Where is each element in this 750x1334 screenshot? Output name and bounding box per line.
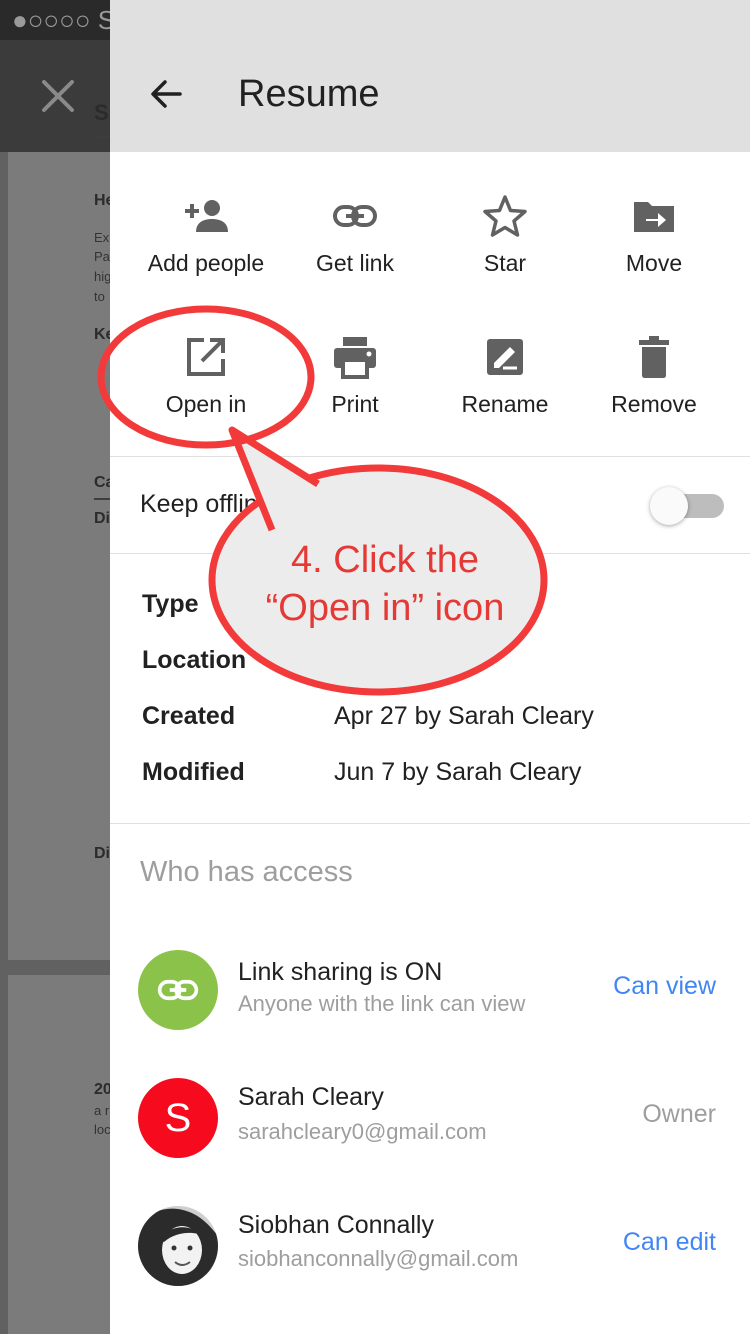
link-sharing-avatar bbox=[138, 950, 218, 1030]
callout-line-1: 4. Click the bbox=[291, 539, 479, 581]
divider bbox=[110, 456, 750, 457]
bg-fragment: S bbox=[94, 100, 109, 125]
keep-offline-label: Keep offline bbox=[140, 490, 272, 518]
open-in-button[interactable]: Open in bbox=[131, 333, 281, 418]
trash-icon bbox=[639, 336, 669, 378]
rename-button[interactable]: Rename bbox=[430, 333, 580, 418]
link-sharing-status: Link sharing is ON bbox=[238, 958, 443, 986]
detail-value-created: Apr 27 by Sarah Cleary bbox=[334, 702, 594, 730]
bg-small-text: to bbox=[94, 289, 105, 304]
person-name: Sarah Cleary bbox=[238, 1083, 384, 1111]
move-button[interactable]: Move bbox=[579, 192, 729, 277]
callout-text: 4. Click the “Open in” icon bbox=[230, 536, 540, 632]
action-label: Remove bbox=[611, 391, 697, 417]
callout-line-2: “Open in” icon bbox=[265, 587, 505, 629]
move-folder-icon bbox=[634, 202, 674, 232]
action-label: Move bbox=[625, 250, 683, 276]
owner-role-label: Owner bbox=[642, 1100, 716, 1128]
action-label: Add people bbox=[147, 250, 265, 276]
print-button[interactable]: Print bbox=[280, 333, 430, 418]
bg-small-text: loc bbox=[94, 1122, 111, 1137]
avatar-initial: S bbox=[164, 1096, 192, 1140]
link-permission-dropdown[interactable]: Can view bbox=[613, 972, 716, 1001]
bg-rule bbox=[94, 136, 110, 138]
action-label: Rename bbox=[461, 391, 549, 417]
action-label: Open in bbox=[165, 391, 247, 417]
avatar bbox=[138, 1206, 218, 1286]
bg-small-text: Ex bbox=[94, 230, 110, 245]
action-label: Print bbox=[331, 391, 379, 417]
get-link-button[interactable]: Get link bbox=[280, 192, 430, 277]
detail-key-modified: Modified bbox=[142, 758, 245, 786]
add-people-button[interactable]: Add people bbox=[131, 192, 281, 277]
keep-offline-toggle[interactable] bbox=[650, 487, 724, 525]
background-document-page-2 bbox=[8, 975, 110, 1334]
bg-small-text: Pa bbox=[94, 249, 110, 264]
toggle-knob bbox=[650, 487, 688, 525]
sheet-header: Resume bbox=[110, 0, 750, 152]
bg-rule bbox=[94, 498, 110, 500]
person-name: Siobhan Connally bbox=[238, 1211, 434, 1239]
add-person-icon bbox=[185, 200, 228, 232]
bg-small-text: hig bbox=[94, 269, 112, 284]
print-icon bbox=[334, 337, 376, 379]
star-button[interactable]: Star bbox=[430, 192, 580, 277]
bg-fragment: Di bbox=[94, 845, 110, 862]
open-in-icon bbox=[187, 338, 225, 376]
edit-permission-dropdown[interactable]: Can edit bbox=[623, 1228, 716, 1257]
remove-button[interactable]: Remove bbox=[579, 333, 729, 418]
person-photo-icon bbox=[138, 1206, 218, 1286]
detail-key-location: Location bbox=[142, 646, 247, 674]
who-has-access-heading: Who has access bbox=[140, 856, 353, 888]
status-bar: ●○○○○ Sp bbox=[0, 0, 110, 40]
detail-value-modified: Jun 7 by Sarah Cleary bbox=[334, 758, 582, 786]
person-email: siobhanconnally@gmail.com bbox=[238, 1246, 519, 1271]
detail-key-created: Created bbox=[142, 702, 236, 730]
file-details-sheet: Resume Add people Get link Star Move Ope… bbox=[110, 0, 750, 1334]
page-title: Resume bbox=[238, 73, 380, 115]
link-icon bbox=[333, 205, 377, 227]
divider bbox=[110, 823, 750, 824]
rename-icon bbox=[487, 339, 523, 375]
back-arrow-icon[interactable] bbox=[148, 76, 184, 112]
bg-small-text: a r bbox=[94, 1103, 110, 1118]
star-icon bbox=[483, 195, 527, 237]
action-label: Get link bbox=[316, 250, 394, 276]
person-email: sarahcleary0@gmail.com bbox=[238, 1119, 487, 1144]
detail-key-type: Type bbox=[142, 590, 199, 618]
link-sharing-description: Anyone with the link can view bbox=[238, 991, 526, 1016]
bg-fragment: Di bbox=[94, 510, 110, 527]
avatar: S bbox=[138, 1078, 218, 1158]
link-icon bbox=[157, 979, 199, 1001]
close-icon bbox=[42, 80, 74, 112]
action-label: Star bbox=[483, 250, 527, 276]
